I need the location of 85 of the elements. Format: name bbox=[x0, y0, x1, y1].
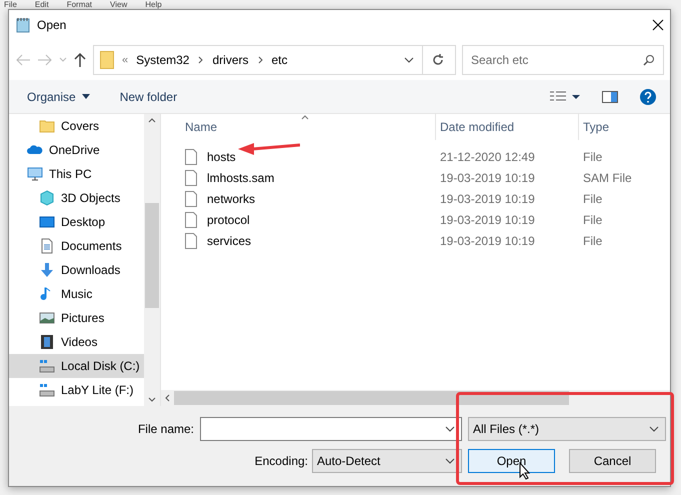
view-options-icon[interactable] bbox=[550, 90, 580, 102]
chevron-icon bbox=[256, 55, 264, 65]
menu-item[interactable]: View bbox=[110, 1, 128, 9]
sidebar-item[interactable]: Pictures bbox=[9, 306, 144, 330]
sidebar-item[interactable]: Desktop bbox=[9, 210, 144, 234]
organise-button[interactable]: Organise bbox=[23, 88, 94, 106]
type-cell-text: SAM File bbox=[582, 170, 633, 184]
sort-caret-icon bbox=[301, 115, 309, 120]
horizontal-scrollbar[interactable] bbox=[161, 390, 670, 406]
sidebar-item[interactable]: Covers bbox=[9, 114, 144, 138]
chevron-icon bbox=[197, 55, 204, 65]
computer-icon bbox=[27, 166, 43, 182]
column-header[interactable]: Date modified bbox=[436, 114, 579, 140]
desktop-icon bbox=[39, 214, 55, 230]
file-icon bbox=[185, 148, 197, 164]
sidebar-item[interactable]: This PC bbox=[9, 162, 144, 186]
new-folder-button[interactable]: New folder bbox=[116, 88, 182, 106]
scroll-left-icon[interactable] bbox=[165, 394, 170, 402]
caret-icon bbox=[82, 94, 90, 99]
folder-icon bbox=[100, 51, 114, 69]
download-arrow-icon bbox=[39, 262, 55, 278]
field-label: Encoding: bbox=[254, 454, 308, 468]
sidebar-item[interactable]: 3D Objects bbox=[9, 186, 144, 210]
overflow-marker[interactable]: « bbox=[122, 54, 128, 66]
vertical-scrollbar[interactable] bbox=[144, 114, 160, 406]
refresh-icon[interactable] bbox=[431, 53, 445, 67]
menu-item[interactable]: Edit bbox=[34, 1, 49, 9]
encoding-dropdown[interactable]: Auto-Detect bbox=[312, 449, 462, 473]
menu-item[interactable]: Format bbox=[66, 1, 92, 9]
file-name[interactable]: networks bbox=[203, 192, 256, 206]
cancel-button[interactable]: Cancel bbox=[569, 449, 656, 473]
type-cell-text: File bbox=[582, 234, 604, 248]
file-icon bbox=[185, 232, 197, 248]
date-cell-text: 19-03-2019 10:19 bbox=[439, 212, 536, 226]
help-icon[interactable] bbox=[640, 88, 656, 104]
document-icon bbox=[39, 238, 55, 254]
sidebar-item[interactable]: Documents bbox=[9, 234, 144, 258]
file-icon bbox=[185, 190, 197, 206]
search-field[interactable]: Search etc bbox=[462, 45, 664, 75]
file-icon bbox=[185, 170, 197, 186]
cube-icon bbox=[39, 190, 55, 206]
drive-icon bbox=[39, 382, 55, 398]
date-cell-text: 19-03-2019 10:19 bbox=[439, 192, 536, 206]
type-cell-text: File bbox=[582, 192, 604, 206]
film-icon bbox=[39, 334, 55, 350]
date-cell-text: 21-12-2020 12:49 bbox=[439, 150, 536, 164]
scroll-up-icon[interactable] bbox=[148, 118, 156, 123]
breadcrumb[interactable]: etc bbox=[272, 53, 288, 67]
date-cell-text: 19-03-2019 10:19 bbox=[439, 234, 536, 248]
breadcrumb[interactable]: drivers bbox=[212, 53, 248, 67]
sidebar-item[interactable]: Downloads bbox=[9, 258, 144, 282]
date-cell-text: 19-03-2019 10:19 bbox=[439, 170, 536, 184]
sidebar-item[interactable]: LabY Lite (F:) bbox=[9, 378, 144, 402]
sidebar-item[interactable]: Local Disk (C:) bbox=[9, 354, 144, 378]
picture-icon bbox=[39, 310, 55, 326]
preview-pane-icon[interactable] bbox=[602, 90, 618, 102]
folder-icon bbox=[39, 118, 55, 134]
address-bar[interactable]: « System32 drivers etc bbox=[93, 45, 456, 75]
file-name[interactable]: services bbox=[203, 234, 252, 248]
sidebar-item[interactable]: Videos bbox=[9, 330, 144, 354]
file-name-field[interactable] bbox=[200, 417, 462, 441]
window-title: Open bbox=[37, 18, 68, 32]
file-type-dropdown[interactable]: All Files (*.*) bbox=[468, 417, 666, 441]
scroll-down-icon[interactable] bbox=[148, 397, 156, 402]
search-icon bbox=[643, 54, 655, 66]
file-name[interactable]: protocol bbox=[203, 212, 250, 226]
file-name[interactable]: hosts bbox=[203, 150, 236, 164]
arrow-annotation bbox=[238, 142, 300, 156]
file-name[interactable]: lmhosts.sam bbox=[203, 170, 274, 184]
drive-icon bbox=[39, 358, 55, 374]
file-icon bbox=[185, 212, 197, 228]
type-cell-text: File bbox=[582, 212, 604, 226]
sidebar-item[interactable]: Music bbox=[9, 282, 144, 306]
notepad-icon bbox=[15, 17, 31, 33]
open-button[interactable]: Open bbox=[468, 449, 555, 473]
menu-item[interactable]: Help bbox=[145, 1, 162, 9]
close-icon[interactable] bbox=[652, 19, 664, 31]
sidebar-item[interactable]: OneDrive bbox=[9, 138, 144, 162]
column-header[interactable]: Type bbox=[579, 114, 670, 140]
type-cell-text: File bbox=[582, 150, 604, 164]
menu-item[interactable]: File bbox=[4, 1, 17, 9]
column-header[interactable]: Name bbox=[181, 114, 436, 140]
up-arrow-icon[interactable] bbox=[73, 52, 87, 68]
breadcrumb[interactable]: System32 bbox=[136, 53, 190, 67]
field-label: File name: bbox=[138, 422, 194, 436]
